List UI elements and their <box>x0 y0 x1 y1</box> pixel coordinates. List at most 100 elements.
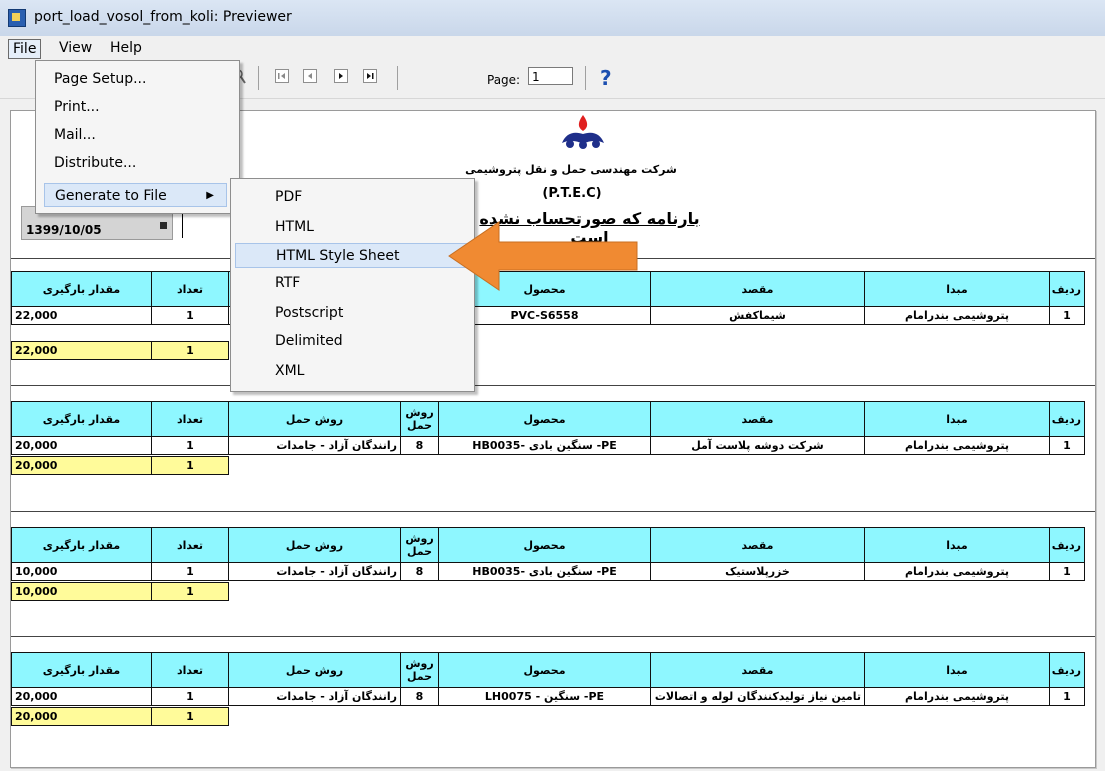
header-count: تعداد <box>151 527 229 563</box>
html-style-sheet-menu-item[interactable]: HTML Style Sheet <box>235 243 469 268</box>
submenu-arrow-icon: ▶ <box>206 190 214 201</box>
count-cell: 1 <box>151 306 229 325</box>
transport-code-cell: 8 <box>400 436 439 455</box>
xml-menu-item[interactable]: XML <box>235 359 469 384</box>
mail-menu-item[interactable]: Mail... <box>44 123 227 147</box>
header-weight: مقدار بارگیری <box>11 652 152 688</box>
total-weight-cell: 20,000 <box>11 456 152 475</box>
toolbar-separator <box>397 66 398 90</box>
menu-bar: File View Help <box>0 36 1105 61</box>
weight-cell: 22,000 <box>11 306 152 325</box>
section-divider <box>11 636 1095 637</box>
header-count: تعداد <box>151 401 229 437</box>
product-cell: PE- سنگین بادی -HB0035 <box>438 436 651 455</box>
header-weight: مقدار بارگیری <box>11 401 152 437</box>
page-number-input[interactable]: 1 <box>528 67 573 85</box>
header-origin: مبدا <box>864 652 1050 688</box>
header-weight: مقدار بارگیری <box>11 271 152 307</box>
header-origin: مبدا <box>864 401 1050 437</box>
header-transport-code: روش حمل <box>400 652 439 688</box>
toolbar-separator <box>258 66 259 90</box>
header-destination: مقصد <box>650 527 865 563</box>
total-count-cell: 1 <box>151 341 229 360</box>
last-page-icon[interactable] <box>363 69 377 83</box>
header-row: ردیف <box>1049 652 1085 688</box>
company-logo <box>562 115 604 149</box>
transport-cell: رانندگان آزاد - جامدات <box>228 562 401 581</box>
help-icon[interactable]: ? <box>600 67 620 89</box>
weight-cell: 10,000 <box>11 562 152 581</box>
total-weight-cell: 10,000 <box>11 582 152 601</box>
count-cell: 1 <box>151 436 229 455</box>
report-date: 1399/10/05 <box>26 223 102 237</box>
total-weight-cell: 22,000 <box>11 341 152 360</box>
section-divider <box>11 511 1095 512</box>
generate-to-file-label: Generate to File <box>55 188 167 204</box>
header-product: محصول <box>438 401 651 437</box>
total-table-4: 20,000 1 <box>11 707 229 726</box>
postscript-menu-item[interactable]: Postscript <box>235 301 469 326</box>
origin-cell: پتروشیمی بندرامام <box>864 436 1050 455</box>
destination-cell: شیماکفش <box>650 306 865 325</box>
next-page-icon[interactable] <box>334 69 348 83</box>
total-table-3: 10,000 1 <box>11 582 229 601</box>
destination-cell: شرکت دوشه پلاست آمل <box>650 436 865 455</box>
title-bar: port_load_vosol_from_koli: Previewer <box>0 0 1105 37</box>
app-icon <box>8 9 26 27</box>
distribute-menu-item[interactable]: Distribute... <box>44 151 227 175</box>
section-divider <box>11 385 1095 386</box>
rtf-menu-item[interactable]: RTF <box>235 271 469 296</box>
file-menu-dropdown: Page Setup... Print... Mail... Distribut… <box>35 60 240 214</box>
total-count-cell: 1 <box>151 582 229 601</box>
header-product: محصول <box>438 527 651 563</box>
header-destination: مقصد <box>650 401 865 437</box>
header-weight: مقدار بارگیری <box>11 527 152 563</box>
origin-cell: پتروشیمی بندرامام <box>864 562 1050 581</box>
generate-to-file-menu-item[interactable]: Generate to File ▶ <box>44 183 227 207</box>
help-menu-button[interactable]: Help <box>106 39 146 57</box>
previous-page-icon[interactable] <box>303 69 317 83</box>
header-transport: روش حمل <box>228 527 401 563</box>
row-number-cell: 1 <box>1049 436 1085 455</box>
date-field-marker <box>160 222 167 229</box>
print-menu-item[interactable]: Print... <box>44 95 227 119</box>
first-page-icon[interactable] <box>275 69 289 83</box>
row-number-cell: 1 <box>1049 306 1085 325</box>
toolbar-separator <box>585 66 586 90</box>
header-transport-code: روش حمل <box>400 527 439 563</box>
total-count-cell: 1 <box>151 707 229 726</box>
total-table-2: 20,000 1 <box>11 456 229 475</box>
file-menu-button[interactable]: File <box>8 39 42 59</box>
header-origin: مبدا <box>864 271 1050 307</box>
delimited-menu-item[interactable]: Delimited <box>235 329 469 354</box>
total-weight-cell: 20,000 <box>11 707 152 726</box>
page-setup-menu-item[interactable]: Page Setup... <box>44 67 227 91</box>
header-destination: مقصد <box>650 271 865 307</box>
header-count: تعداد <box>151 271 229 307</box>
total-table-1: 22,000 1 <box>11 341 229 360</box>
view-menu-button[interactable]: View <box>55 39 96 57</box>
company-name: شرکت مهندسی حمل و نقل پتروشیمی <box>465 163 677 176</box>
destination-cell: تامین نیاز تولیدکنندگان لوله و اتصالات پ… <box>650 687 865 706</box>
pdf-menu-item[interactable]: PDF <box>235 185 469 210</box>
product-cell: PE- سنگین - LH0075 <box>438 687 651 706</box>
page-label: Page: <box>487 73 521 87</box>
window-title: port_load_vosol_from_koli: Previewer <box>34 9 292 25</box>
header-count: تعداد <box>151 652 229 688</box>
transport-cell: رانندگان آزاد - جامدات <box>228 436 401 455</box>
html-menu-item[interactable]: HTML <box>235 215 469 240</box>
header-transport-code: روش حمل <box>400 401 439 437</box>
header-row: ردیف <box>1049 401 1085 437</box>
load-table-2: مقدار بارگیری تعداد روش حمل روش حمل محصو… <box>11 401 1085 455</box>
destination-cell: خزرپلاستیک <box>650 562 865 581</box>
header-product: محصول <box>438 652 651 688</box>
callout-arrow-icon <box>448 221 638 291</box>
date-divider <box>182 210 183 238</box>
header-row: ردیف <box>1049 271 1085 307</box>
product-cell: PE- سنگین بادی -HB0035 <box>438 562 651 581</box>
weight-cell: 20,000 <box>11 687 152 706</box>
transport-code-cell: 8 <box>400 562 439 581</box>
load-table-3: مقدار بارگیری تعداد روش حمل روش حمل محصو… <box>11 527 1085 581</box>
load-table-4: مقدار بارگیری تعداد روش حمل روش حمل محصو… <box>11 652 1085 706</box>
row-number-cell: 1 <box>1049 562 1085 581</box>
